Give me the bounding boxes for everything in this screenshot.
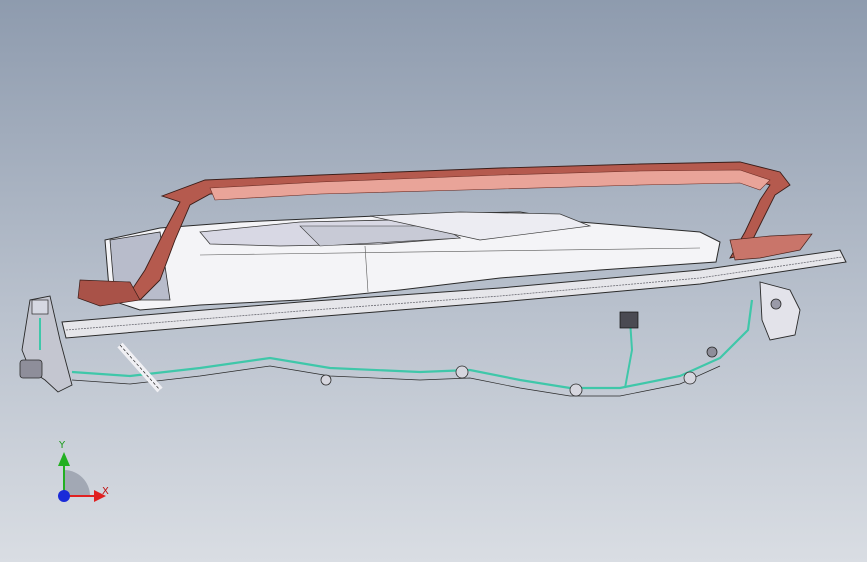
3d-viewport[interactable]: Y X (0, 0, 867, 562)
x-axis-label: X (102, 486, 109, 497)
coordinate-triad: Y X (40, 440, 120, 515)
right-bracket[interactable] (759, 281, 801, 341)
cad-model-view[interactable] (0, 0, 867, 562)
z-axis-icon (58, 490, 70, 502)
y-axis-label: Y (59, 440, 66, 451)
left-connector[interactable] (19, 295, 73, 393)
